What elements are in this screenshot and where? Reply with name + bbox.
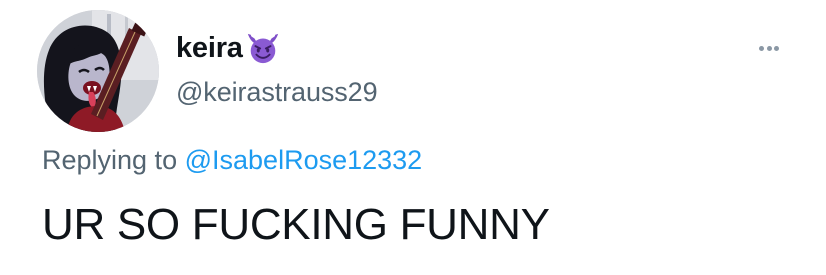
more-dot — [766, 45, 772, 51]
author-display-name[interactable]: keira — [176, 32, 243, 65]
tweet: keira @keirastrauss29 Replying to @Isabe… — [0, 0, 826, 275]
author-name-row: keira — [176, 30, 280, 66]
avatar[interactable] — [37, 10, 159, 132]
more-options-icon[interactable] — [752, 38, 786, 58]
replying-to-prefix: Replying to — [42, 145, 178, 175]
more-dot — [774, 45, 779, 51]
vampire-avatar-icon — [37, 10, 159, 132]
tweet-text: UR SO FUCKING FUNNY — [42, 200, 550, 249]
replying-to-line: Replying to @IsabelRose12332 — [42, 145, 422, 176]
smiling-devil-emoji-icon — [246, 31, 280, 65]
more-dot — [759, 45, 764, 51]
replying-to-handle-link[interactable]: @IsabelRose12332 — [185, 145, 423, 175]
author-handle[interactable]: @keirastrauss29 — [176, 77, 378, 108]
